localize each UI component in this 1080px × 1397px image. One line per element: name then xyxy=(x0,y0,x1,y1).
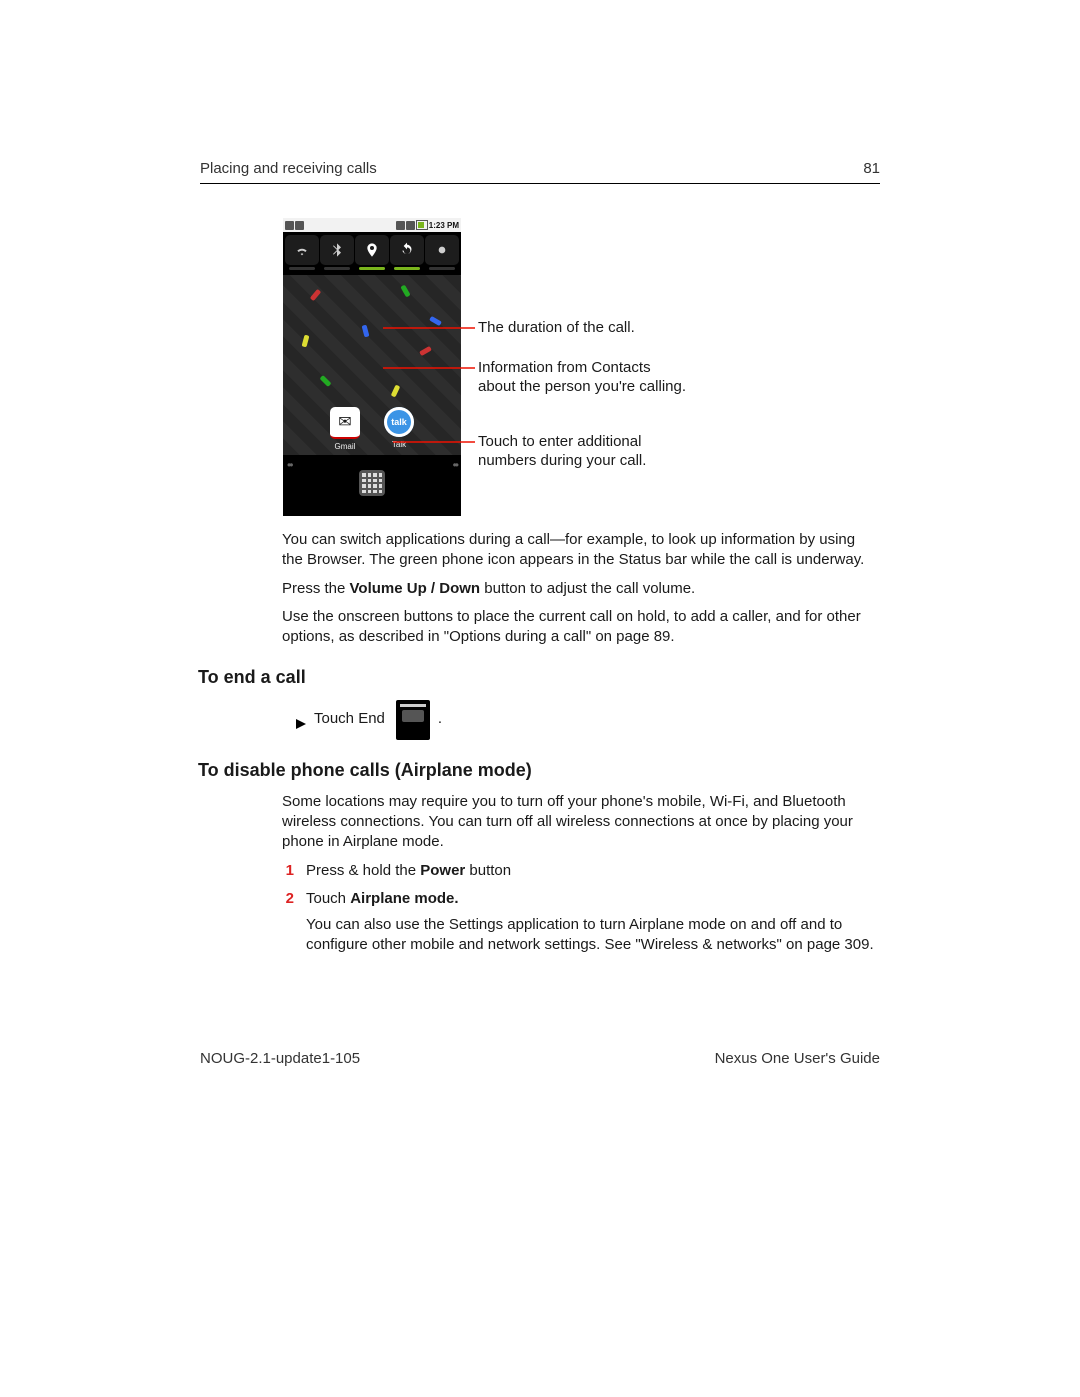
section-heading-end-call: To end a call xyxy=(198,665,793,689)
page-dots: •••• xyxy=(283,458,461,472)
app-talk: talk Talk xyxy=(381,407,417,451)
app-gmail: ✉︎ Gmail xyxy=(327,407,363,451)
sync-toggle xyxy=(390,235,424,265)
callout-3: Touch to enter additional numbers during… xyxy=(478,433,688,471)
doc-title: Nexus One User's Guide xyxy=(715,1050,880,1067)
page-footer: NOUG-2.1-update1-105 Nexus One User's Gu… xyxy=(200,1050,880,1067)
step-number: 2 xyxy=(282,889,294,956)
app-label: Talk xyxy=(381,440,417,449)
bluetooth-toggle xyxy=(320,235,354,265)
status-bar: 1:23 PM xyxy=(283,218,461,232)
status-signal-icon xyxy=(406,221,415,230)
home-wallpaper: ✉︎ Gmail talk Talk xyxy=(283,275,461,455)
power-control-widget xyxy=(283,232,461,271)
gps-toggle xyxy=(355,235,389,265)
triangle-bullet-icon xyxy=(296,715,306,725)
gmail-icon: ✉︎ xyxy=(330,407,360,439)
step-2: 2 Touch Airplane mode. You can also use … xyxy=(282,889,877,956)
status-3g-icon xyxy=(396,221,405,230)
step-2-detail: You can also use the Settings applicatio… xyxy=(306,915,877,956)
step-body: Press & hold the Power button xyxy=(306,861,877,881)
section-heading-airplane: To disable phone calls (Airplane mode) xyxy=(198,758,793,782)
end-call-icon xyxy=(396,700,430,740)
manual-page: Placing and receiving calls 81 1:23 PM xyxy=(0,0,1080,1397)
airplane-intro: Some locations may require you to turn o… xyxy=(282,792,877,853)
para-1: You can switch applications during a cal… xyxy=(282,530,877,571)
bullet-period: . xyxy=(438,709,442,729)
step-number: 1 xyxy=(282,861,294,881)
callout-1: The duration of the call. xyxy=(478,319,688,338)
phone-screenshot: 1:23 PM xyxy=(283,218,461,516)
steps: 1 Press & hold the Power button 2 Touch … xyxy=(282,861,877,956)
app-drawer-icon xyxy=(359,470,385,496)
body-content: You can switch applications during a cal… xyxy=(282,530,877,964)
bullet-touch-end: Touch End . xyxy=(296,700,877,740)
step-1: 1 Press & hold the Power button xyxy=(282,861,877,881)
doc-id: NOUG-2.1-update1-105 xyxy=(200,1050,360,1067)
callout-2: Information from Contacts about the pers… xyxy=(478,359,688,397)
app-label: Gmail xyxy=(327,442,363,451)
wifi-toggle xyxy=(285,235,319,265)
para-2: Press the Volume Up / Down button to adj… xyxy=(282,579,877,599)
step-body: Touch Airplane mode. You can also use th… xyxy=(306,889,877,956)
status-battery-icon xyxy=(416,220,428,230)
talk-icon: talk xyxy=(384,407,414,437)
para-3: Use the onscreen buttons to place the cu… xyxy=(282,607,877,648)
bullet-text: Touch End xyxy=(314,709,385,729)
status-mail-icon xyxy=(295,221,304,230)
page-header: Placing and receiving calls 81 xyxy=(200,160,880,184)
section-title: Placing and receiving calls xyxy=(200,160,377,177)
status-clock: 1:23 PM xyxy=(429,221,459,230)
status-sim-icon xyxy=(285,221,294,230)
home-app-row: ✉︎ Gmail talk Talk xyxy=(283,407,461,451)
brightness-toggle xyxy=(425,235,459,265)
page-number: 81 xyxy=(863,160,880,177)
